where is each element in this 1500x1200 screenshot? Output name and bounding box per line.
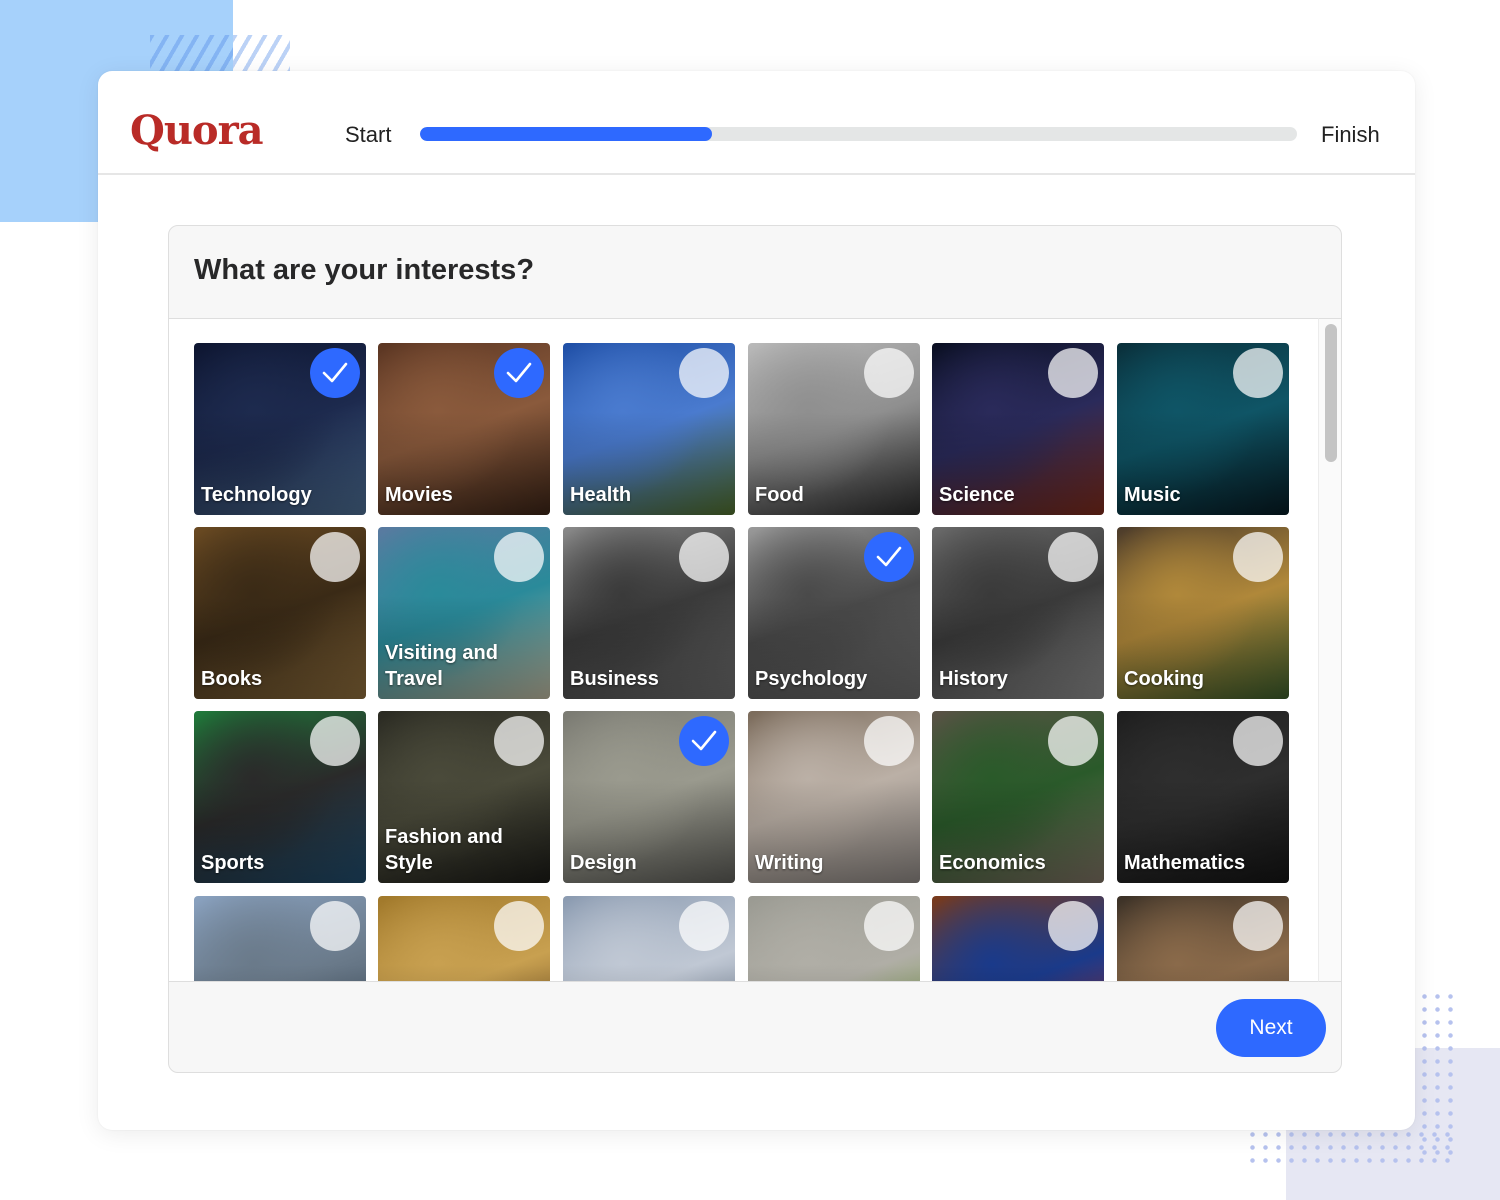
- progress-bar: [420, 127, 1297, 141]
- topic-label: Economics: [939, 852, 1046, 874]
- topic-label: Movies: [385, 484, 453, 506]
- checkmark-selected-icon[interactable]: [494, 348, 544, 398]
- background-stripes-light: [233, 35, 290, 71]
- topic-tile[interactable]: Science: [932, 343, 1104, 515]
- topic-tile[interactable]: [378, 896, 550, 981]
- checkmark-unselected-icon[interactable]: [864, 901, 914, 951]
- topic-label: Music: [1124, 484, 1181, 506]
- progress-start-label: Start: [345, 122, 392, 147]
- checkmark-unselected-icon[interactable]: [1048, 532, 1098, 582]
- topic-tile[interactable]: History: [932, 527, 1104, 699]
- scrollbar-thumb[interactable]: [1325, 324, 1337, 462]
- topic-label: Food: [755, 484, 804, 506]
- checkmark-unselected-icon[interactable]: [679, 901, 729, 951]
- topic-label: Sports: [201, 852, 265, 874]
- checkmark-selected-icon[interactable]: [679, 716, 729, 766]
- checkmark-unselected-icon[interactable]: [1233, 901, 1283, 951]
- checkmark-unselected-icon[interactable]: [494, 532, 544, 582]
- topic-tile[interactable]: [563, 896, 735, 981]
- checkmark-unselected-icon[interactable]: [494, 901, 544, 951]
- background-dots: [1246, 1128, 1458, 1168]
- topic-label: Visiting and Travel: [385, 642, 498, 690]
- topic-label: Design: [570, 852, 637, 874]
- topic-tile[interactable]: Business: [563, 527, 735, 699]
- checkmark-unselected-icon[interactable]: [864, 348, 914, 398]
- topic-tile[interactable]: Economics: [932, 711, 1104, 883]
- checkmark-unselected-icon[interactable]: [679, 348, 729, 398]
- topic-tile[interactable]: Cooking: [1117, 527, 1289, 699]
- onboarding-header: Quora Start Finish: [98, 71, 1415, 175]
- quora-logo: Quora: [130, 107, 264, 154]
- checkmark-selected-icon[interactable]: [310, 348, 360, 398]
- checkmark-unselected-icon[interactable]: [1233, 532, 1283, 582]
- progress-finish-label: Finish: [1321, 122, 1380, 147]
- topic-label: History: [939, 668, 1008, 690]
- topic-tile[interactable]: Mathematics: [1117, 711, 1289, 883]
- topic-tile[interactable]: Music: [1117, 343, 1289, 515]
- checkmark-unselected-icon[interactable]: [310, 901, 360, 951]
- topic-label: Health: [570, 484, 632, 506]
- onboarding-card: Quora Start Finish What are your interes…: [98, 71, 1415, 1130]
- topic-tile[interactable]: Movies: [378, 343, 550, 515]
- topic-tile[interactable]: Writing: [748, 711, 920, 883]
- checkmark-unselected-icon[interactable]: [1233, 348, 1283, 398]
- topic-tile[interactable]: Design: [563, 711, 735, 883]
- checkmark-unselected-icon[interactable]: [494, 716, 544, 766]
- topic-tile[interactable]: Visiting and Travel: [378, 527, 550, 699]
- topics-grid: Technology Movies Health Food Science Music Bo…: [169, 318, 1319, 982]
- topic-tile[interactable]: Sports: [194, 711, 366, 883]
- checkmark-unselected-icon[interactable]: [310, 532, 360, 582]
- topic-tile[interactable]: [748, 896, 920, 981]
- topic-tile[interactable]: [932, 896, 1104, 981]
- topic-tile[interactable]: Food: [748, 343, 920, 515]
- topic-label: Fashion and Style: [385, 826, 503, 874]
- topic-tile[interactable]: Health: [563, 343, 735, 515]
- checkmark-unselected-icon[interactable]: [310, 716, 360, 766]
- topic-label: Writing: [755, 852, 824, 874]
- topic-label: Books: [201, 668, 263, 690]
- checkmark-unselected-icon[interactable]: [864, 716, 914, 766]
- topic-label: Technology: [201, 484, 312, 506]
- topic-tile[interactable]: [1117, 896, 1289, 981]
- topic-label: Cooking: [1124, 668, 1204, 690]
- panel-title: What are your interests?: [194, 254, 535, 286]
- interests-panel: What are your interests? Technology Movie…: [168, 225, 1342, 1073]
- checkmark-unselected-icon[interactable]: [1048, 901, 1098, 951]
- checkmark-unselected-icon[interactable]: [679, 532, 729, 582]
- next-button[interactable]: Next: [1216, 999, 1326, 1057]
- checkmark-unselected-icon[interactable]: [1233, 716, 1283, 766]
- checkmark-selected-icon[interactable]: [864, 532, 914, 582]
- checkmark-unselected-icon[interactable]: [1048, 716, 1098, 766]
- topic-label: Psychology: [755, 668, 868, 690]
- topic-label: Science: [939, 484, 1015, 506]
- topic-label: Business: [570, 668, 659, 690]
- topic-tile[interactable]: Books: [194, 527, 366, 699]
- topic-tile[interactable]: Technology: [194, 343, 366, 515]
- topic-tile[interactable]: Fashion and Style: [378, 711, 550, 883]
- progress-bar-fill: [420, 127, 713, 141]
- topic-tile[interactable]: [194, 896, 366, 981]
- topic-tile[interactable]: Psychology: [748, 527, 920, 699]
- topic-label: Mathematics: [1124, 852, 1246, 874]
- checkmark-unselected-icon[interactable]: [1048, 348, 1098, 398]
- scrollbar-track[interactable]: [1318, 318, 1341, 982]
